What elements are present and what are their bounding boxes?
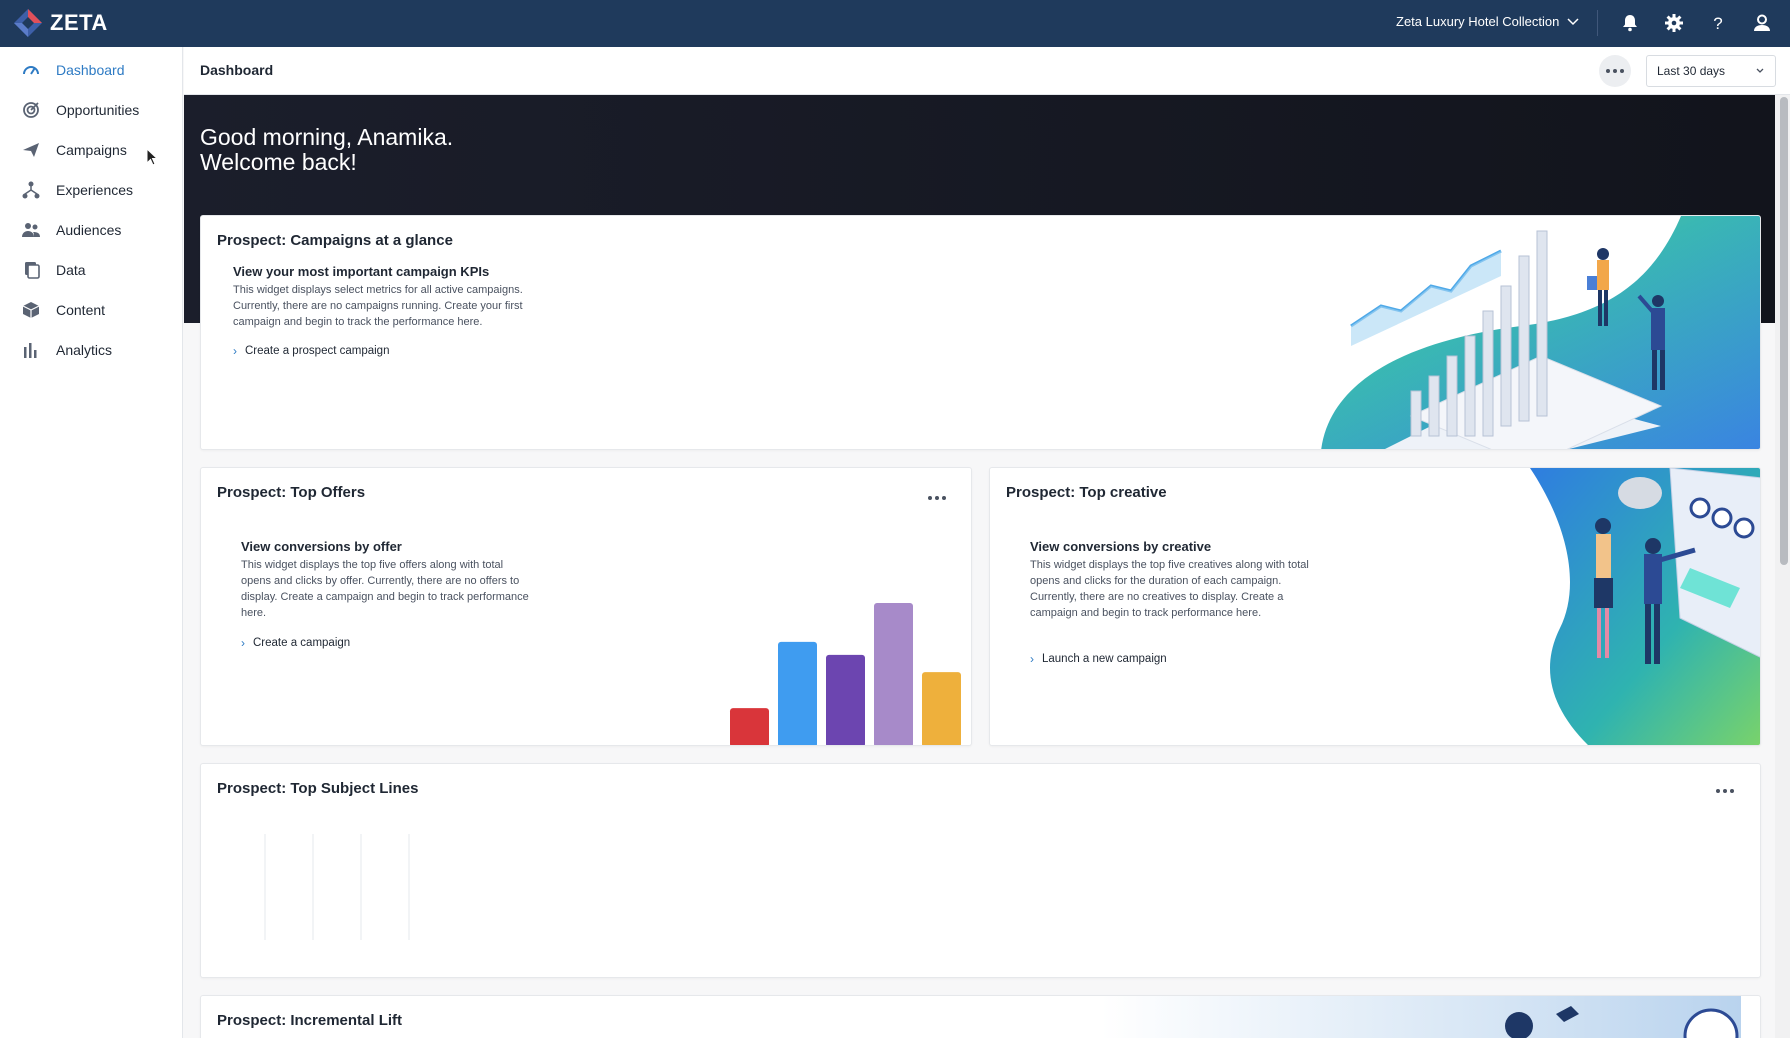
sidebar-item-label: Data <box>56 262 86 278</box>
link-label: Create a prospect campaign <box>245 345 390 357</box>
card-title: Prospect: Top Subject Lines <box>217 780 419 797</box>
greeting-line-2: Welcome back! <box>200 149 357 175</box>
zeta-logo[interactable]: ZETA <box>12 6 108 40</box>
illustration-bar <box>874 603 913 745</box>
gear-icon[interactable] <box>1663 12 1685 34</box>
creative-illustration <box>1530 468 1760 745</box>
page-title: Dashboard <box>200 62 274 78</box>
card-incremental-lift: Prospect: Incremental Lift <box>200 995 1761 1038</box>
more-options-icon[interactable] <box>925 491 949 505</box>
date-range-value: Last 30 days <box>1657 64 1726 78</box>
sidebar-item-label: Experiences <box>56 182 134 198</box>
card-title: Prospect: Top Offers <box>217 484 366 501</box>
offers-bar-illustration <box>730 603 961 745</box>
card-subtitle: View conversions by creative <box>1030 539 1212 554</box>
chevron-down-icon <box>1567 17 1579 25</box>
illustration-bar <box>730 708 769 745</box>
date-range-select[interactable]: Last 30 days <box>1646 55 1776 87</box>
card-description: This widget displays select metrics for … <box>233 284 523 328</box>
card-title: Prospect: Campaigns at a glance <box>217 232 453 249</box>
card-top-offers: Prospect: Top Offers View conversions by… <box>200 467 972 746</box>
sidebar: Dashboard Opportunities Campaigns Experi… <box>0 47 183 1038</box>
card-top-subject-lines: Prospect: Top Subject Lines <box>200 763 1761 978</box>
subject-lines-placeholder-grid <box>264 834 410 940</box>
card-title: Prospect: Incremental Lift <box>217 1012 403 1029</box>
top-navigation-bar: ZETA Zeta Luxury Hotel Collection ? <box>0 0 1790 47</box>
illustration-bar <box>922 672 961 745</box>
chevron-down-icon <box>1756 68 1764 73</box>
launch-new-campaign-link[interactable]: › Launch a new campaign <box>1030 652 1167 666</box>
more-options-icon[interactable] <box>1713 784 1737 798</box>
account-name: Zeta Luxury Hotel Collection <box>1396 14 1560 29</box>
cube-icon <box>22 302 40 318</box>
bell-icon[interactable] <box>1619 12 1641 34</box>
target-icon <box>23 102 39 118</box>
illustration-bar <box>778 641 817 745</box>
chevron-right-icon: › <box>1030 652 1034 666</box>
zeta-logo-icon <box>14 9 42 37</box>
sidebar-item-label: Campaigns <box>56 142 127 158</box>
account-switcher[interactable]: Zeta Luxury Hotel Collection <box>1396 14 1579 29</box>
card-campaigns-at-a-glance: Prospect: Campaigns at a glance View you… <box>200 215 1761 450</box>
divider <box>1597 10 1598 36</box>
sidebar-item-dashboard[interactable]: Dashboard <box>0 52 183 88</box>
card-description: This widget displays the top five offers… <box>241 559 529 619</box>
sidebar-item-content[interactable]: Content <box>0 292 183 328</box>
sidebar-item-analytics[interactable]: Analytics <box>0 332 183 368</box>
sidebar-item-experiences[interactable]: Experiences <box>0 172 183 208</box>
create-prospect-campaign-link[interactable]: › Create a prospect campaign <box>233 344 389 358</box>
bar-chart-icon <box>24 343 37 358</box>
more-icon <box>1603 64 1627 78</box>
sidebar-item-label: Content <box>56 302 106 318</box>
card-title: Prospect: Top creative <box>1006 484 1167 501</box>
card-description: This widget displays the top five creati… <box>1030 559 1309 619</box>
greeting-line-1: Good morning, Anamika. <box>200 124 454 150</box>
sidebar-item-label: Analytics <box>56 342 113 358</box>
create-campaign-link[interactable]: › Create a campaign <box>241 636 350 650</box>
sidebar-item-audiences[interactable]: Audiences <box>0 212 183 248</box>
lift-illustration <box>1101 996 1741 1038</box>
chevron-right-icon: › <box>233 344 237 358</box>
sidebar-item-label: Audiences <box>56 222 122 238</box>
paper-plane-icon <box>23 143 39 157</box>
help-icon[interactable]: ? <box>1707 12 1729 34</box>
link-label: Create a campaign <box>253 637 351 649</box>
mouse-cursor-icon <box>146 148 158 166</box>
flow-icon <box>22 181 40 199</box>
card-subtitle: View your most important campaign KPIs <box>233 264 490 279</box>
people-icon <box>22 223 40 237</box>
svg-text:?: ? <box>1713 14 1722 33</box>
page-more-options-button[interactable] <box>1599 55 1631 87</box>
page-header: Dashboard Last 30 days <box>184 47 1790 95</box>
dashboard-icon <box>23 66 39 75</box>
sidebar-item-opportunities[interactable]: Opportunities <box>0 92 183 128</box>
database-icon <box>25 262 40 279</box>
greeting: Good morning, Anamika. Welcome back! <box>200 125 453 175</box>
logo-text: ZETA <box>50 10 108 35</box>
illustration-bar <box>826 654 865 745</box>
scrollbar-thumb[interactable] <box>1780 97 1788 565</box>
card-top-creative: Prospect: Top creative View conversions … <box>989 467 1761 746</box>
user-icon[interactable] <box>1751 12 1773 34</box>
sidebar-item-data[interactable]: Data <box>0 252 183 288</box>
link-label: Launch a new campaign <box>1042 653 1167 665</box>
analytics-illustration <box>1261 216 1760 449</box>
sidebar-item-label: Dashboard <box>56 62 125 78</box>
sidebar-item-label: Opportunities <box>56 102 140 118</box>
card-subtitle: View conversions by offer <box>241 539 402 554</box>
chevron-right-icon: › <box>241 636 245 650</box>
